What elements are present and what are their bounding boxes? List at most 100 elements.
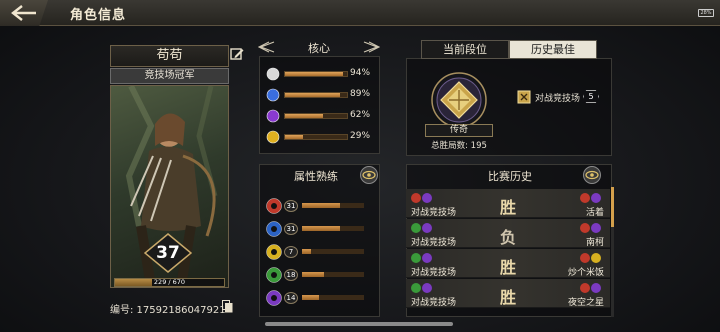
battery-indicator: 28% <box>698 9 714 17</box>
green-attribute-icon <box>266 267 282 283</box>
match-row[interactable]: 对战竞技场 胜活着 <box>406 189 610 218</box>
mastery-value: 31 <box>284 223 298 235</box>
arena-mode-icon <box>517 90 531 104</box>
blue-triangle-icon <box>266 88 280 102</box>
history-scroll-thumb[interactable] <box>611 187 614 227</box>
mastery-row: 31 <box>266 198 378 214</box>
legend-rank-emblem-icon <box>431 72 487 128</box>
my-attribute-icon <box>411 283 421 293</box>
eye-icon <box>362 170 376 180</box>
back-arrow-icon <box>11 5 36 21</box>
core-stat-fill <box>285 114 324 118</box>
mastery-bar-fill <box>302 226 341 231</box>
best-mode-count: 5 <box>583 90 599 103</box>
total-wins: 总胜局数: 195 <box>431 141 487 151</box>
mastery-value: 31 <box>284 200 298 212</box>
opponent-attribute-icon <box>580 193 590 203</box>
eye-icon <box>585 170 599 180</box>
silver-orb-icon <box>266 67 280 81</box>
back-button[interactable] <box>0 0 48 26</box>
core-stat-row: 62% <box>266 109 376 123</box>
top-bar: 角色信息 28% <box>0 0 720 26</box>
tab-current-rank[interactable]: 当前段位 <box>421 40 509 59</box>
mastery-row: 18 <box>266 267 378 283</box>
core-stat-fill <box>285 72 344 76</box>
my-attribute-icon <box>411 223 421 233</box>
match-result: 胜 <box>499 258 516 277</box>
match-result: 胜 <box>499 198 516 217</box>
match-result: 胜 <box>499 288 516 307</box>
rank-tabs: 当前段位 历史最佳 <box>421 40 597 59</box>
match-row[interactable]: 对战竞技场 胜炒个米饭 <box>406 249 610 278</box>
copy-icon[interactable] <box>222 300 233 313</box>
mastery-value: 7 <box>284 246 298 258</box>
opponent-attribute-icon <box>591 253 601 263</box>
mastery-value: 14 <box>284 292 298 304</box>
xp-text: 229 / 670 <box>153 278 186 286</box>
blue-attribute-icon <box>266 221 282 237</box>
app-screen: 角色信息 28% 苟苟 竞技场冠军 37 229 / 670 编号: 17592… <box>0 0 720 332</box>
opponent-attribute-icon <box>591 223 601 233</box>
match-mode: 对战竞技场 <box>411 238 457 248</box>
purple-attribute-icon <box>266 290 282 306</box>
tab-best-rank[interactable]: 历史最佳 <box>509 40 597 59</box>
edit-icon[interactable] <box>230 47 244 61</box>
level-badge: 37 <box>144 233 192 273</box>
red-attribute-icon <box>266 198 282 214</box>
my-attribute-icon <box>422 283 432 293</box>
page-title: 角色信息 <box>70 8 127 23</box>
mastery-value: 18 <box>284 269 298 281</box>
opponent-name: 夜空之星 <box>567 298 604 308</box>
mastery-bar <box>302 249 364 254</box>
core-title: 核心 <box>308 42 330 55</box>
my-attribute-icon <box>411 193 421 203</box>
level-number: 37 <box>156 243 180 263</box>
gold-hexagon-icon <box>266 130 280 144</box>
prev-arrow-icon[interactable] <box>258 41 276 53</box>
mastery-bar <box>302 226 364 231</box>
core-stat-row: 89% <box>266 88 376 102</box>
history-view-button[interactable] <box>583 166 601 184</box>
player-name: 苟苟 <box>110 45 229 67</box>
history-scrollbar[interactable] <box>611 187 614 317</box>
my-attribute-icon <box>422 253 432 263</box>
mastery-bar-fill <box>302 272 325 277</box>
opponent-name: 活着 <box>585 208 604 218</box>
best-mode-label: 对战竞技场 <box>535 94 581 104</box>
core-stat-bar <box>284 134 348 140</box>
opponent-attribute-icon <box>580 253 590 263</box>
core-stat-bar <box>284 71 348 77</box>
core-stat-percent: 94% <box>350 68 371 78</box>
match-row[interactable]: 对战竞技场 负南柯 <box>406 219 610 248</box>
core-stat-row: 94% <box>266 67 376 81</box>
core-stat-row: 29% <box>266 130 376 144</box>
mastery-row: 7 <box>266 244 378 260</box>
mastery-view-button[interactable] <box>360 166 378 184</box>
mastery-bar-fill <box>302 295 320 300</box>
next-arrow-icon[interactable] <box>362 41 380 53</box>
opponent-attribute-icon <box>580 283 590 293</box>
title-badge: 竞技场冠军 <box>110 68 229 84</box>
my-attribute-icon <box>422 193 432 203</box>
xp-bar: 229 / 670 <box>114 278 225 287</box>
mastery-bar-fill <box>302 203 341 208</box>
match-row[interactable]: 对战竞技场 胜夜空之星 <box>406 279 610 308</box>
opponent-name: 炒个米饭 <box>567 268 604 278</box>
my-attribute-icon <box>411 253 421 263</box>
opponent-attribute-icon <box>591 193 601 203</box>
purple-gem-icon <box>266 109 280 123</box>
match-mode: 对战竞技场 <box>411 208 457 218</box>
core-stat-bar <box>284 92 348 98</box>
history-title: 比赛历史 <box>488 170 532 183</box>
match-mode: 对战竞技场 <box>411 298 457 308</box>
mastery-row: 14 <box>266 290 378 306</box>
my-attribute-icon <box>422 223 432 233</box>
core-stat-percent: 29% <box>350 131 371 141</box>
player-uid: 编号: 17592186047921 <box>110 305 226 316</box>
mastery-bar <box>302 272 364 277</box>
core-stat-fill <box>285 93 341 97</box>
rank-name: 传奇 <box>425 124 493 137</box>
match-result: 负 <box>499 228 516 247</box>
opponent-name: 南柯 <box>585 238 604 248</box>
mastery-bar-fill <box>302 249 311 254</box>
